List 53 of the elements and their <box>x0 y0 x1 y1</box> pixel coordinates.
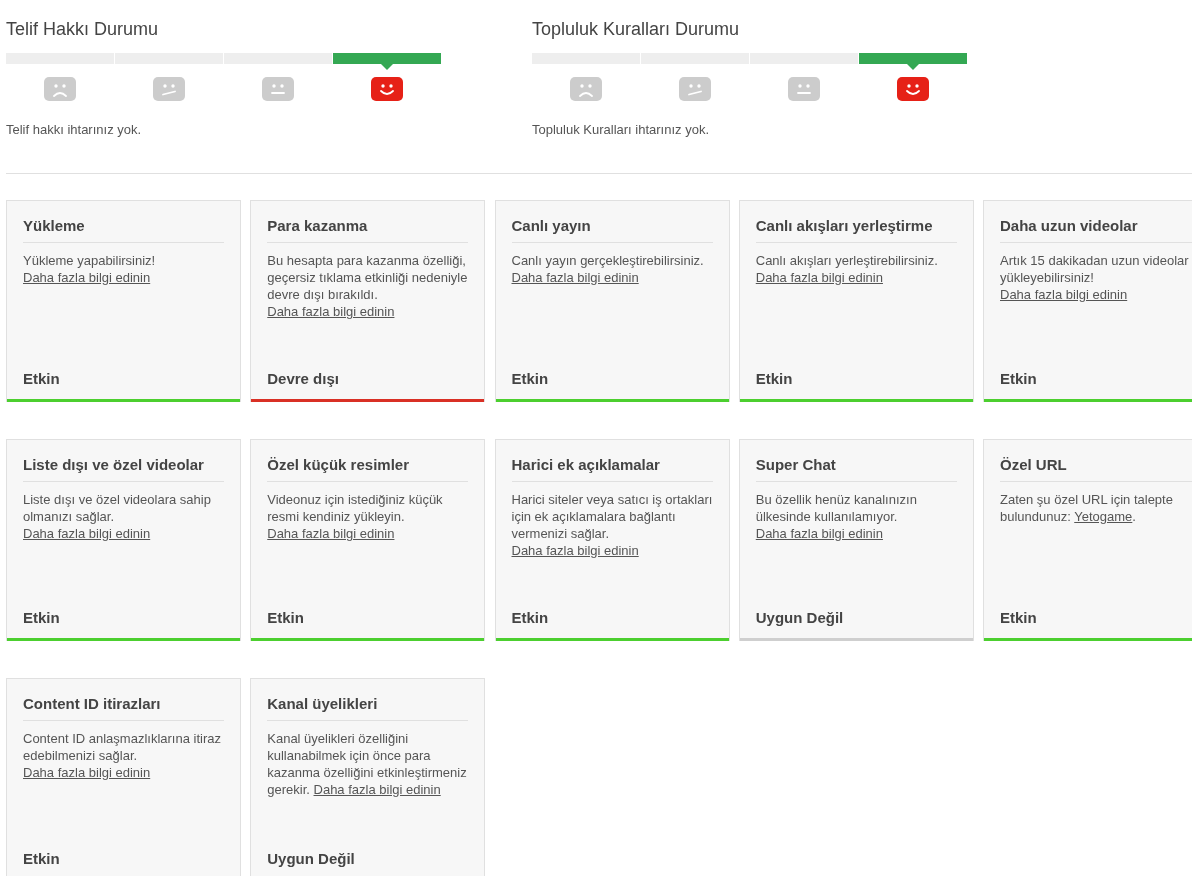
learn-more-link[interactable]: Daha fazla bilgi edinin <box>755 270 883 285</box>
card-title: Liste dışı ve özel videolar <box>23 455 204 475</box>
learn-more-link[interactable]: Daha fazla bilgi edinin <box>23 765 151 780</box>
card-description: Yükleme yapabilirsiniz! Daha fazla bilgi edinin <box>23 252 157 286</box>
learn-more-link[interactable]: Daha fazla bilgi edinin <box>755 526 883 541</box>
card-description: Liste dışı ve özel videolara sahip olmanızı sağlar. Daha fazla bilgi edinin <box>23 491 212 542</box>
card-description: Canlı akışları yerleştirebilirsiniz. Daha fazla bilgi edinin <box>755 252 939 286</box>
learn-more-link[interactable]: Daha fazla bilgi edinin <box>511 270 639 285</box>
card-description: Harici siteler veya satıcı iş ortakları için ek açıklamalara bağlantı vermenizi sağlar. Daha fazla bilgi edinin <box>511 491 713 559</box>
status-label: Uygun Değil <box>267 849 355 869</box>
status-message: Topluluk Kuralları ihtarınız yok. <box>532 121 710 139</box>
card-description: Videonuz için istediğiniz küçük resmi kendiniz yükleyin. Daha fazla bilgi edinin <box>267 491 444 542</box>
card-title: Daha uzun videolar <box>1000 216 1138 236</box>
card-description: Bu özellik henüz kanalınızın ülkesinde kullanılamıyor. Daha fazla bilgi edinin <box>755 491 918 542</box>
card-title: Canlı yayın <box>511 216 591 236</box>
learn-more-link[interactable]: Daha fazla bilgi edinin <box>313 782 441 797</box>
section-title: Topluluk Kuralları Durumu <box>532 18 740 41</box>
status-label: Etkin <box>267 608 304 628</box>
card-description: Canlı yayın gerçekleştirebilirsiniz. Daha fazla bilgi edinin <box>511 252 705 286</box>
learn-more-link[interactable]: Daha fazla bilgi edinin <box>267 526 395 541</box>
card-title: Para kazanma <box>267 216 368 236</box>
card-title: Super Chat <box>755 455 836 475</box>
status-label: Etkin <box>23 369 60 389</box>
card-title: Canlı akışları yerleştirme <box>755 216 933 236</box>
learn-more-link[interactable]: Daha fazla bilgi edinin <box>267 304 395 319</box>
card-title: Özel küçük resimler <box>267 455 409 475</box>
status-label: Uygun Değil <box>755 608 844 628</box>
learn-more-link[interactable]: Daha fazla bilgi edinin <box>23 526 151 541</box>
status-label: Etkin <box>755 369 793 389</box>
pointer-icon <box>907 64 919 70</box>
status-label: Etkin <box>511 369 549 389</box>
status-label: Etkin <box>1000 608 1037 628</box>
card-description: Bu hesapta para kazanma özelliği, geçersiz tıklama etkinliği nedeniyle devre dışı bırakıldı. Daha fazla bilgi edinin <box>267 252 469 320</box>
status-message: Telif hakkı ihtarınız yok. <box>6 121 142 139</box>
section-title: Telif Hakkı Durumu <box>6 18 159 41</box>
card-title: Kanal üyelikleri <box>267 694 378 714</box>
card-description: Kanal üyelikleri özelliğini kullanabilmek için önce para kazanma özelliğini etkinleştirmeniz gerekir. Daha fazla bilgi edinin <box>267 730 468 798</box>
card-title: Yükleme <box>23 216 85 236</box>
status-label: Devre dışı <box>267 369 339 389</box>
learn-more-link[interactable]: Daha fazla bilgi edinin <box>511 543 639 558</box>
card-description: Content ID anlaşmazlıklarına itiraz edebilmenizi sağlar. Daha fazla bilgi edinin <box>23 730 222 781</box>
card-description: Zaten şu özel URL için talepte bulundunuz: Yetogame. <box>1000 491 1174 525</box>
status-label: Etkin <box>1000 369 1037 389</box>
learn-more-link[interactable]: Daha fazla bilgi edinin <box>1000 287 1128 302</box>
card-title: Özel URL <box>1000 455 1067 475</box>
card-title: Harici ek açıklamalar <box>511 455 660 475</box>
card-title: Content ID itirazları <box>23 694 161 714</box>
card-description: Artık 15 dakikadan uzun videolar yükleyebilirsiniz! Daha fazla bilgi edinin <box>1000 252 1190 303</box>
learn-more-link[interactable]: Daha fazla bilgi edinin <box>23 270 151 285</box>
status-label: Etkin <box>511 608 549 628</box>
status-label: Etkin <box>23 608 60 628</box>
status-label: Etkin <box>23 849 60 869</box>
pointer-icon <box>381 64 393 70</box>
